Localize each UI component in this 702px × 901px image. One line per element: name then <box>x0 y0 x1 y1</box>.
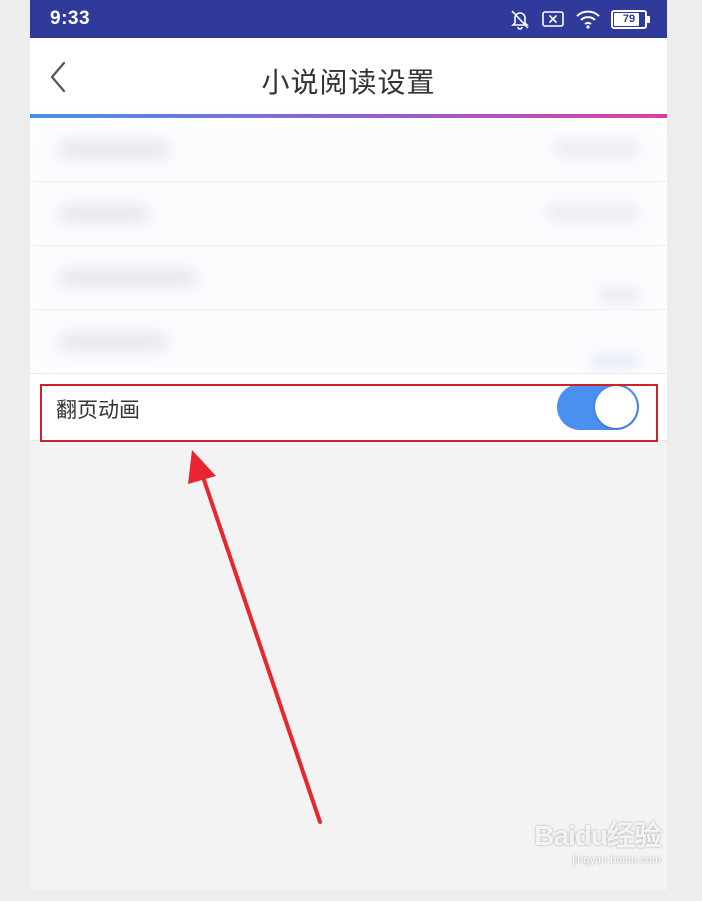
toggle-knob <box>595 386 637 428</box>
battery-level: 79 <box>622 13 636 25</box>
blurred-value <box>599 286 639 304</box>
blurred-setting-row[interactable] <box>30 118 667 182</box>
blurred-value <box>547 204 639 222</box>
status-icons: 79 <box>509 8 650 30</box>
blurred-value <box>555 140 639 158</box>
status-time: 9:33 <box>50 8 91 29</box>
watermark-url: jingyan.baidu.com <box>572 854 661 866</box>
sim-x-icon <box>542 11 564 27</box>
phone-screen: 9:33 79 小说阅读设置 翻页动画 Baidu经验 jingyan.baid… <box>30 0 667 890</box>
page-flip-animation-label: 翻页动画 <box>56 398 140 422</box>
blurred-label <box>58 332 168 352</box>
blurred-setting-row[interactable] <box>30 182 667 246</box>
baidu-jingyan-watermark: Baidu经验 jingyan.baidu.com <box>529 814 662 884</box>
blurred-setting-row[interactable] <box>30 246 667 310</box>
status-bar: 9:33 79 <box>30 0 667 38</box>
page-title: 小说阅读设置 <box>261 66 436 99</box>
settings-list: 翻页动画 <box>30 118 667 442</box>
wifi-icon <box>576 10 600 29</box>
blurred-value <box>591 356 639 366</box>
blurred-label <box>58 140 170 160</box>
app-header: 小说阅读设置 <box>30 38 667 116</box>
watermark-logo: Baidu经验 <box>534 820 662 851</box>
page-flip-animation-toggle[interactable] <box>557 384 639 430</box>
blurred-label <box>58 204 150 224</box>
blurred-setting-row[interactable] <box>30 310 667 374</box>
bell-muted-icon <box>511 10 529 30</box>
blurred-label <box>58 268 198 288</box>
page-flip-animation-row[interactable]: 翻页动画 <box>30 374 667 441</box>
battery-icon: 79 <box>611 9 650 29</box>
